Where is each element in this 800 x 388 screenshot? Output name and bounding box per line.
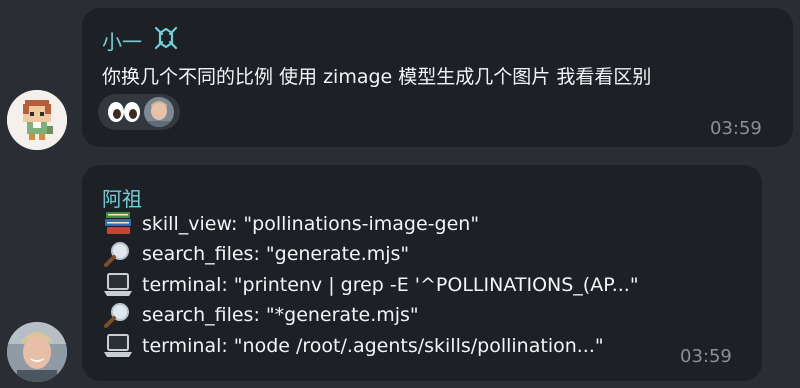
message-time: 03:59 bbox=[710, 118, 762, 139]
message-2: 阿祖 skill_view: "pollinations-image-gen" bbox=[0, 160, 800, 388]
tool-call-text: search_files: "generate.mjs" bbox=[142, 242, 410, 265]
magnifier-icon bbox=[102, 240, 134, 267]
tool-call-line: search_files: "*generate.mjs" bbox=[102, 301, 419, 328]
message-bubble: 小一 你换几个不同的比例 使用 zimage 模型生成几个图片 我看看区别 03… bbox=[82, 8, 793, 147]
message-text: 你换几个不同的比例 使用 zimage 模型生成几个图片 我看看区别 bbox=[102, 66, 652, 88]
reactor-avatar[interactable] bbox=[144, 97, 174, 127]
badge-icon bbox=[152, 24, 180, 52]
sender-name[interactable]: 阿祖 bbox=[102, 183, 142, 212]
tool-call-line: terminal: "printenv | grep -E '^POLLINAT… bbox=[102, 271, 639, 298]
message-bubble: 阿祖 skill_view: "pollinations-image-gen" bbox=[82, 165, 762, 381]
eyes-emoji-icon bbox=[106, 101, 142, 123]
tool-call-line: search_files: "generate.mjs" bbox=[102, 240, 409, 267]
tool-call-list: skill_view: "pollinations-image-gen" sea… bbox=[102, 210, 722, 375]
pixel-character-icon bbox=[7, 90, 67, 150]
magnifier-icon bbox=[102, 301, 134, 328]
person-photo-icon bbox=[7, 322, 67, 382]
tool-call-text: terminal: "node /root/.agents/skills/pol… bbox=[142, 334, 604, 357]
message-time: 03:59 bbox=[680, 346, 732, 367]
sender-name[interactable]: 小一 bbox=[102, 26, 142, 55]
tool-call-line: terminal: "node /root/.agents/skills/pol… bbox=[102, 332, 604, 359]
tool-call-line: skill_view: "pollinations-image-gen" bbox=[102, 210, 479, 237]
reaction-pill[interactable] bbox=[98, 94, 180, 130]
laptop-icon bbox=[102, 271, 134, 298]
tool-call-text: terminal: "printenv | grep -E '^POLLINAT… bbox=[142, 273, 639, 296]
tool-call-text: search_files: "*generate.mjs" bbox=[142, 303, 419, 326]
message-1: 小一 你换几个不同的比例 使用 zimage 模型生成几个图片 我看看区别 03… bbox=[0, 0, 800, 160]
tool-call-text: skill_view: "pollinations-image-gen" bbox=[142, 212, 480, 235]
sender-avatar-xiaoyi[interactable] bbox=[7, 90, 67, 150]
sender-avatar-azu[interactable] bbox=[7, 322, 67, 382]
books-icon bbox=[102, 210, 134, 237]
laptop-icon bbox=[102, 332, 134, 359]
